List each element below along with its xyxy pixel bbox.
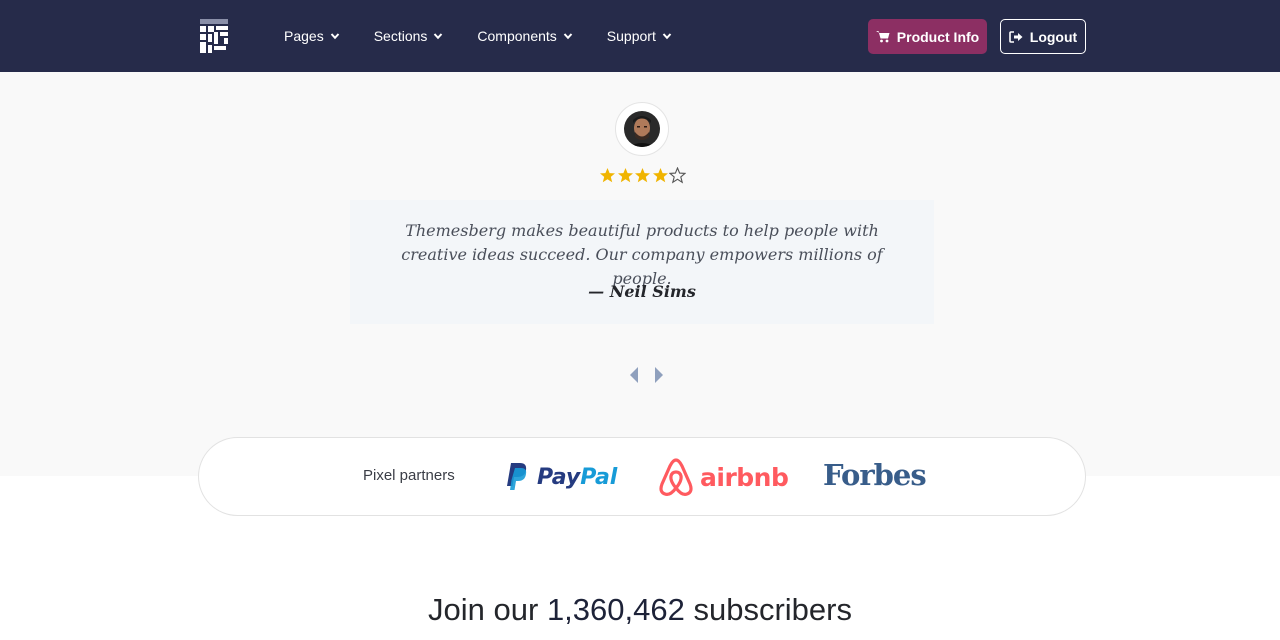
testimonial-section: Themesberg makes beautiful products to h… bbox=[0, 72, 1280, 476]
rating-stars bbox=[599, 167, 687, 184]
partners-card: Pixel partners PayPal airbnb Forbes bbox=[198, 437, 1086, 516]
chevron-down-icon bbox=[434, 33, 443, 40]
cart-icon bbox=[875, 31, 890, 43]
paypal-logo: PayPal bbox=[505, 462, 617, 492]
star-filled-icon bbox=[600, 168, 615, 183]
subscribers-prefix: Join our bbox=[428, 592, 539, 627]
subscribers-suffix: subscribers bbox=[693, 592, 852, 627]
subscribers-count: 1,360,462 bbox=[546, 592, 685, 627]
carousel-next-icon[interactable] bbox=[653, 366, 665, 384]
nav-item-label: Sections bbox=[373, 28, 428, 44]
logout-label: Logout bbox=[1029, 28, 1078, 45]
paypal-text-pay: Pay bbox=[537, 464, 581, 490]
nav-item-label: Components bbox=[477, 28, 557, 44]
partners-label: Pixel partners bbox=[363, 467, 455, 484]
carousel-prev-icon[interactable] bbox=[628, 366, 640, 384]
nav-item-pages[interactable]: Pages bbox=[284, 28, 340, 44]
sign-out-icon bbox=[1008, 30, 1023, 43]
avatar bbox=[615, 102, 669, 156]
product-info-button[interactable]: Product Info bbox=[868, 19, 987, 54]
chevron-down-icon bbox=[662, 33, 672, 40]
star-filled-icon bbox=[635, 168, 650, 183]
chevron-down-icon bbox=[330, 33, 339, 40]
forbes-logo: Forbes bbox=[823, 458, 927, 492]
nav-item-label: Support bbox=[606, 28, 656, 44]
paypal-mark-icon bbox=[507, 463, 527, 490]
airbnb-text: airbnb bbox=[700, 462, 789, 492]
top-navbar: Pages Sections Components Support Produc… bbox=[0, 0, 1280, 72]
airbnb-logo: airbnb bbox=[658, 457, 789, 497]
airbnb-belo-icon bbox=[659, 458, 693, 496]
subscribers-heading: Join our 1,360,462 subscribers bbox=[0, 592, 1280, 628]
brand-logo[interactable] bbox=[200, 19, 228, 53]
nav-item-components[interactable]: Components bbox=[477, 28, 573, 44]
paypal-text-pal: Pal bbox=[580, 464, 618, 490]
testimonial-author: — Neil Sims bbox=[588, 282, 696, 301]
testimonial-quote: Themesberg makes beautiful products to h… bbox=[401, 221, 883, 288]
main-nav: Pages Sections Components Support bbox=[284, 0, 706, 72]
star-empty-icon bbox=[669, 167, 686, 184]
nav-item-support[interactable]: Support bbox=[607, 28, 672, 44]
star-filled-icon bbox=[617, 168, 633, 183]
avatar-photo bbox=[624, 111, 660, 147]
nav-item-sections[interactable]: Sections bbox=[374, 28, 444, 44]
product-info-label: Product Info bbox=[896, 28, 980, 45]
nav-item-label: Pages bbox=[284, 28, 324, 44]
chevron-down-icon bbox=[563, 33, 573, 40]
testimonial-quote-box: Themesberg makes beautiful products to h… bbox=[350, 200, 934, 324]
star-filled-icon bbox=[652, 168, 668, 183]
logout-button[interactable]: Logout bbox=[1000, 19, 1086, 54]
